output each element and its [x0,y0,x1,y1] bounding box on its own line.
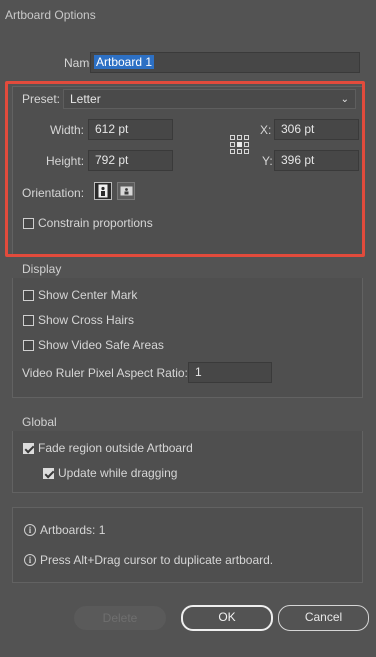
constrain-proportions-label: Constrain proportions [38,216,153,230]
show-video-safe-areas-label: Show Video Safe Areas [38,338,164,352]
preset-label: Preset: [22,92,61,106]
alt-drag-hint: i Press Alt+Drag cursor to duplicate art… [24,553,273,567]
show-cross-hairs-row[interactable]: Show Cross Hairs [23,313,134,327]
delete-button[interactable]: Delete [74,606,166,630]
update-dragging-label: Update while dragging [58,466,178,480]
show-cross-hairs-checkbox[interactable] [23,314,34,326]
pixel-ratio-value: 1 [195,365,202,379]
x-label: X: [260,123,272,137]
width-field[interactable]: 612 pt [88,119,173,140]
display-group-title: Display [22,262,62,276]
cancel-button[interactable]: Cancel [278,605,369,631]
constrain-proportions-row[interactable]: Constrain proportions [23,216,153,230]
y-value: 396 pt [281,153,315,167]
title-bar: Artboard Options [0,0,376,30]
constrain-proportions-checkbox[interactable] [23,217,34,229]
alt-drag-hint-text: Press Alt+Drag cursor to duplicate artbo… [40,553,274,567]
preset-value: Letter [70,92,101,106]
name-value: Artboard 1 [94,55,155,69]
global-group-title: Global [22,415,57,429]
chevron-down-icon: ⌄ [340,94,349,105]
x-field[interactable]: 306 pt [274,119,359,140]
info-icon: i [24,524,36,536]
show-center-mark-row[interactable]: Show Center Mark [23,288,137,302]
artboards-count: Artboards: 1 [40,523,106,537]
show-center-mark-checkbox[interactable] [23,289,34,301]
height-label: Height: [46,154,85,168]
fade-region-checkbox[interactable] [23,442,34,454]
show-video-safe-areas-row[interactable]: Show Video Safe Areas [23,338,164,352]
height-field[interactable]: 792 pt [88,150,173,171]
preset-select[interactable]: Letter ⌄ [63,89,356,109]
x-value: 306 pt [281,122,315,136]
portrait-icon [98,184,108,198]
window-title: Artboard Options [5,8,96,22]
update-dragging-row[interactable]: Update while dragging [43,466,177,480]
width-value: 612 pt [95,122,129,136]
landscape-icon [120,186,132,196]
artboards-info: i Artboards: 1 [24,523,105,537]
update-dragging-checkbox[interactable] [43,467,54,479]
fade-region-row[interactable]: Fade region outside Artboard [23,441,193,455]
reference-point-icon[interactable] [229,134,251,156]
pixel-ratio-label: Video Ruler Pixel Aspect Ratio: [22,366,188,380]
portrait-button[interactable] [94,182,112,200]
y-field[interactable]: 396 pt [274,150,359,171]
info-icon: i [24,554,36,566]
show-video-safe-areas-checkbox[interactable] [23,339,34,351]
y-label: Y: [262,154,273,168]
landscape-button[interactable] [117,182,135,200]
show-center-mark-label: Show Center Mark [38,288,138,302]
name-field[interactable]: Artboard 1 [90,52,360,73]
orientation-label: Orientation: [22,186,85,200]
pixel-ratio-field[interactable]: 1 [188,362,272,383]
info-group [12,507,363,583]
show-cross-hairs-label: Show Cross Hairs [38,313,135,327]
fade-region-label: Fade region outside Artboard [38,441,193,455]
height-value: 792 pt [95,153,129,167]
width-label: Width: [50,123,85,137]
ok-button[interactable]: OK [181,605,273,631]
